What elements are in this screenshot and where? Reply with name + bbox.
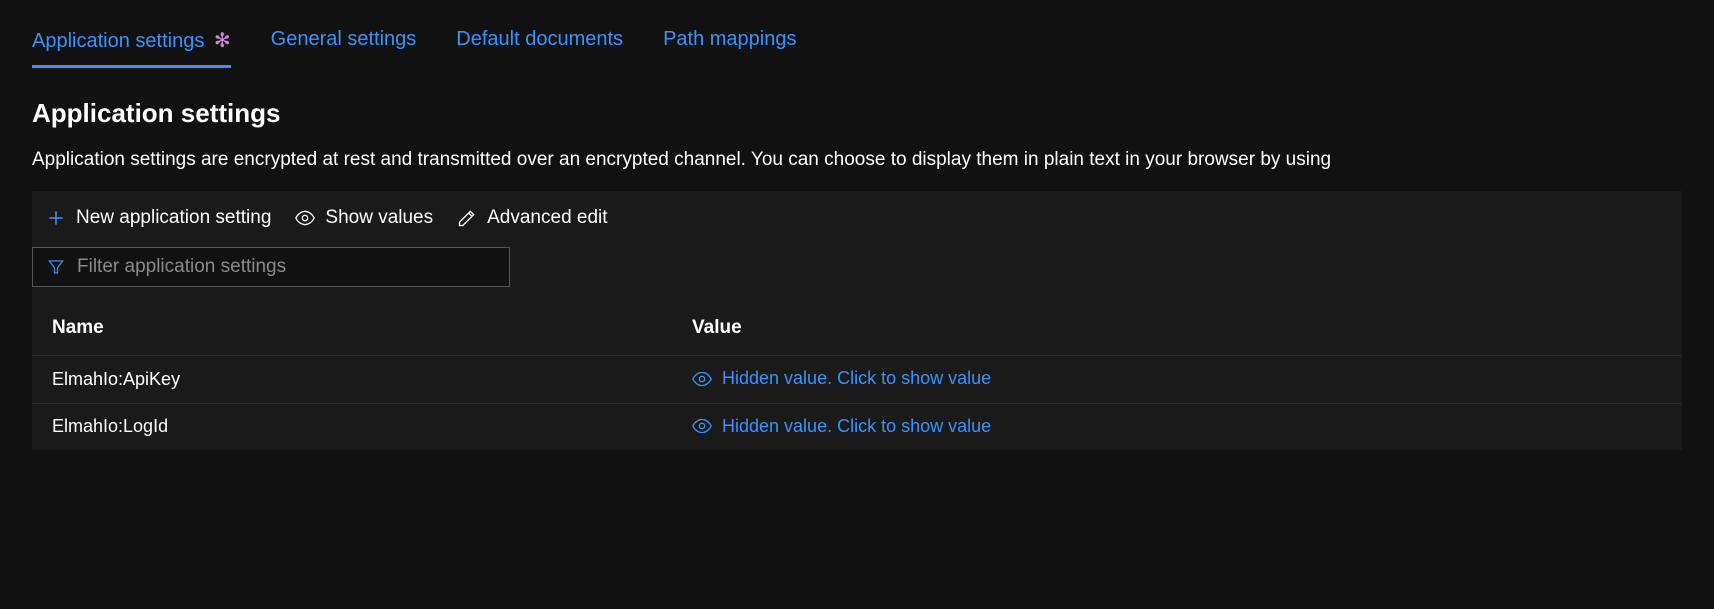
setting-name: ElmahIo:LogId xyxy=(52,416,692,437)
table-row[interactable]: ElmahIo:ApiKey Hidden value. Click to sh… xyxy=(32,355,1682,403)
toolbar-container: New application setting Show values Adva… xyxy=(32,191,1682,450)
column-header-name[interactable]: Name xyxy=(52,317,692,339)
pencil-icon xyxy=(457,208,477,228)
show-values-button[interactable]: Show values xyxy=(295,207,433,229)
toolbar-label: Advanced edit xyxy=(487,207,607,229)
toolbar-label: New application setting xyxy=(76,207,271,229)
section-description: Application settings are encrypted at re… xyxy=(0,139,1714,191)
eye-icon xyxy=(295,208,315,228)
hidden-value-label: Hidden value. Click to show value xyxy=(722,368,991,389)
filter-input[interactable] xyxy=(77,256,495,278)
filter-icon xyxy=(47,258,65,276)
tab-label: Path mappings xyxy=(663,28,796,50)
new-application-setting-button[interactable]: New application setting xyxy=(46,207,271,229)
filter-row xyxy=(32,245,1682,287)
toolbar-label: Show values xyxy=(325,207,433,229)
section-title: Application settings xyxy=(0,68,1714,139)
eye-icon xyxy=(692,372,712,386)
advanced-edit-button[interactable]: Advanced edit xyxy=(457,207,607,229)
tabs-bar: Application settings ✻ General settings … xyxy=(0,0,1714,68)
toolbar: New application setting Show values Adva… xyxy=(32,191,1682,245)
tab-default-documents[interactable]: Default documents xyxy=(456,28,623,68)
filter-box[interactable] xyxy=(32,247,510,287)
table-row[interactable]: ElmahIo:LogId Hidden value. Click to sho… xyxy=(32,403,1682,451)
settings-table: Name Value ElmahIo:ApiKey Hidden value. … xyxy=(32,287,1682,450)
hidden-value-link[interactable]: Hidden value. Click to show value xyxy=(692,416,991,437)
plus-icon xyxy=(46,208,66,228)
tab-label: Application settings xyxy=(32,30,204,52)
hidden-value-label: Hidden value. Click to show value xyxy=(722,416,991,437)
eye-icon xyxy=(692,419,712,433)
tab-general-settings[interactable]: General settings xyxy=(271,28,417,68)
table-body: ElmahIo:ApiKey Hidden value. Click to sh… xyxy=(32,355,1682,450)
setting-name: ElmahIo:ApiKey xyxy=(52,369,692,390)
tab-application-settings[interactable]: Application settings ✻ xyxy=(32,28,231,68)
tab-path-mappings[interactable]: Path mappings xyxy=(663,28,796,68)
column-header-value[interactable]: Value xyxy=(692,317,1662,339)
table-header: Name Value xyxy=(32,287,1682,355)
tab-label: Default documents xyxy=(456,28,623,50)
hidden-value-link[interactable]: Hidden value. Click to show value xyxy=(692,368,991,389)
dirty-indicator-icon: ✻ xyxy=(214,30,231,52)
tab-label: General settings xyxy=(271,28,417,50)
